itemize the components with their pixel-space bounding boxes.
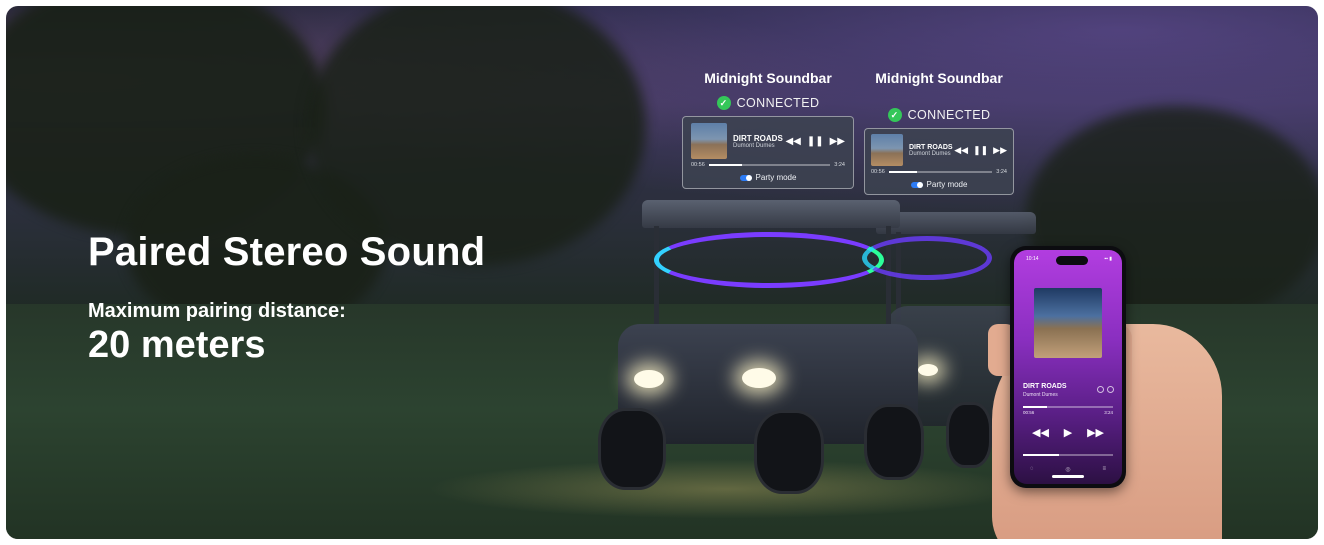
device-card-left: Midnight Soundbar ✓ CONNECTED DIRT ROADS…	[682, 70, 854, 189]
check-circle-icon: ✓	[716, 96, 731, 110]
pairing-distance-label: Maximum pairing distance:	[88, 300, 346, 322]
connection-status-label: CONNECTED	[907, 108, 991, 122]
check-circle-icon: ✓	[887, 108, 902, 122]
connection-status: ✓ CONNECTED	[682, 96, 854, 110]
pause-icon[interactable]: ❚❚	[807, 136, 824, 147]
device-name: Midnight Soundbar	[704, 70, 832, 86]
phone-album-art	[1034, 288, 1102, 358]
device-name: Midnight Soundbar	[875, 70, 1003, 86]
signal-battery-icon: ▪▪ ▮	[1104, 256, 1112, 262]
rewind-icon[interactable]: ◀◀	[785, 136, 800, 147]
phone-clock: 10:14	[1026, 256, 1039, 262]
airplay-icon[interactable]: ◎	[1065, 466, 1070, 473]
phone-volume-slider[interactable]	[1023, 454, 1113, 456]
phone: 10:14 ▪▪ ▮ DIRT ROADS Dumont Dumes 00:56…	[1010, 246, 1126, 488]
connection-status-label: CONNECTED	[736, 96, 820, 110]
phone-screen: 10:14 ▪▪ ▮ DIRT ROADS Dumont Dumes 00:56…	[1014, 250, 1122, 484]
add-icon[interactable]	[1097, 386, 1104, 393]
album-art	[871, 134, 903, 166]
phone-progress-bar[interactable]	[1023, 406, 1113, 408]
progress-bar[interactable]	[708, 164, 831, 166]
elapsed-time: 00:56	[871, 169, 885, 175]
more-icon[interactable]	[1107, 386, 1114, 393]
pairing-distance-value: 20 meters	[88, 324, 266, 366]
rewind-icon[interactable]: ◀◀	[1032, 426, 1049, 439]
light-ring-front	[654, 232, 884, 288]
pause-icon[interactable]: ❚❚	[973, 145, 988, 156]
now-playing-card: DIRT ROADS Dumont Dumes ◀◀ ❚❚ ▶▶ 00:56 3…	[864, 128, 1014, 195]
album-art	[691, 123, 727, 159]
party-mode-toggle[interactable]	[739, 174, 752, 181]
party-mode-label: Party mode	[926, 180, 968, 189]
rewind-icon[interactable]: ◀◀	[954, 145, 968, 156]
lyrics-icon[interactable]: ◌	[1030, 466, 1034, 473]
track-artist: Dumont Dumes	[909, 150, 951, 157]
fast-forward-icon[interactable]: ▶▶	[993, 145, 1007, 156]
now-playing-card: DIRT ROADS Dumont Dumes ◀◀ ❚❚ ▶▶ 00:56 3…	[682, 116, 854, 189]
phone-elapsed-time: 00:56	[1023, 410, 1035, 415]
track-title: DIRT ROADS	[733, 133, 783, 143]
fast-forward-icon[interactable]: ▶▶	[830, 136, 845, 147]
party-mode-label: Party mode	[755, 173, 797, 182]
phone-duration-time: 3:24	[1104, 410, 1113, 415]
hero-heading: Paired Stereo Sound	[88, 230, 486, 274]
progress-bar[interactable]	[888, 171, 993, 173]
queue-icon[interactable]: ≡	[1102, 466, 1106, 473]
elapsed-time: 00:56	[691, 162, 705, 168]
track-title: DIRT ROADS	[909, 143, 953, 151]
home-indicator	[1052, 475, 1084, 478]
light-ring-back	[862, 236, 992, 280]
phone-track-artist: Dumont Dumes	[1023, 392, 1058, 398]
phone-track-title: DIRT ROADS	[1023, 383, 1067, 390]
play-icon[interactable]: ▶	[1064, 426, 1072, 439]
party-mode-toggle[interactable]	[910, 181, 923, 188]
grass-light	[426, 459, 1026, 519]
duration-time: 3:24	[996, 169, 1007, 175]
duration-time: 3:24	[834, 162, 845, 168]
hero-banner: Paired Stereo Sound Maximum pairing dist…	[6, 6, 1318, 539]
track-artist: Dumont Dumes	[733, 142, 775, 149]
phone-notch	[1056, 256, 1088, 265]
device-card-right: Midnight Soundbar ✓ CONNECTED DIRT ROADS…	[864, 70, 1014, 195]
fast-forward-icon[interactable]: ▶▶	[1087, 426, 1104, 439]
connection-status: ✓ CONNECTED	[864, 108, 1014, 122]
